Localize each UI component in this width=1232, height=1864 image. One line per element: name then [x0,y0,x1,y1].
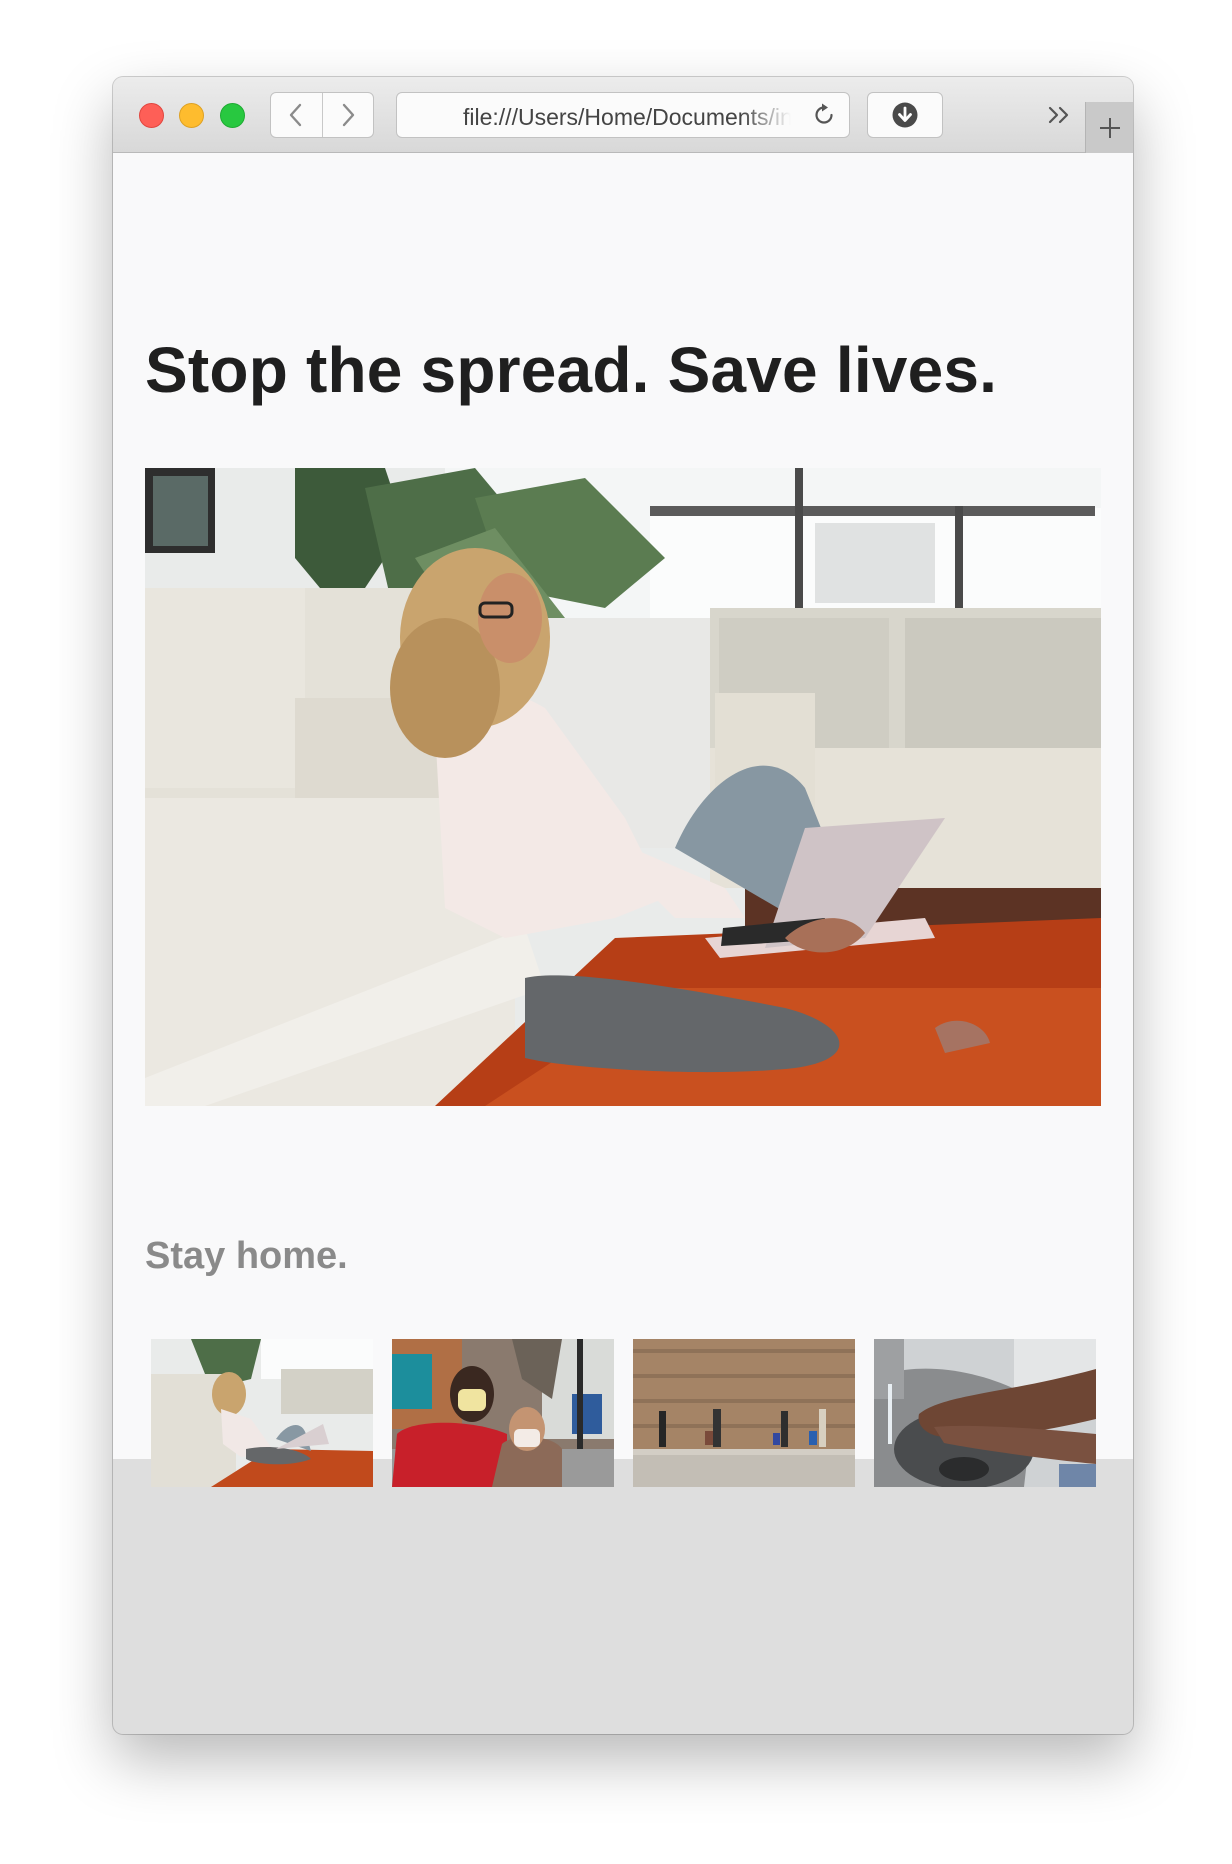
downloads-button[interactable] [867,92,943,138]
page-title: Stop the spread. Save lives. [145,334,998,406]
forward-button[interactable] [321,93,374,137]
thumb-distancing[interactable] [633,1339,855,1487]
web-page: Stop the spread. Save lives. Stay home. [113,153,1133,1487]
browser-toolbar: file:///Users/Home/Documents/index.html [113,77,1133,153]
new-tab-plus-icon [1099,117,1120,138]
download-icon [892,102,918,128]
reload-icon[interactable] [811,102,837,128]
hero-photo [145,468,1101,1106]
address-bar[interactable]: file:///Users/Home/Documents/index.html [396,92,850,138]
history-nav [270,92,374,138]
browser-window: file:///Users/Home/Documents/index.html [113,77,1133,1734]
back-icon [290,103,302,127]
back-button[interactable] [271,93,322,137]
address-text[interactable]: file:///Users/Home/Documents/index.html [463,104,791,131]
overflow-chevrons-icon[interactable] [1047,105,1073,125]
new-tab-button[interactable] [1085,102,1133,153]
section-subtitle: Stay home. [145,1235,348,1277]
thumb-handwashing[interactable] [874,1339,1096,1487]
close-window-button[interactable] [139,103,164,128]
forward-icon [342,103,354,127]
thumb-stay-home[interactable] [151,1339,373,1487]
thumbnail-gallery [151,1339,1096,1487]
thumb-masks[interactable] [392,1339,614,1487]
zoom-window-button[interactable] [220,103,245,128]
minimize-window-button[interactable] [179,103,204,128]
